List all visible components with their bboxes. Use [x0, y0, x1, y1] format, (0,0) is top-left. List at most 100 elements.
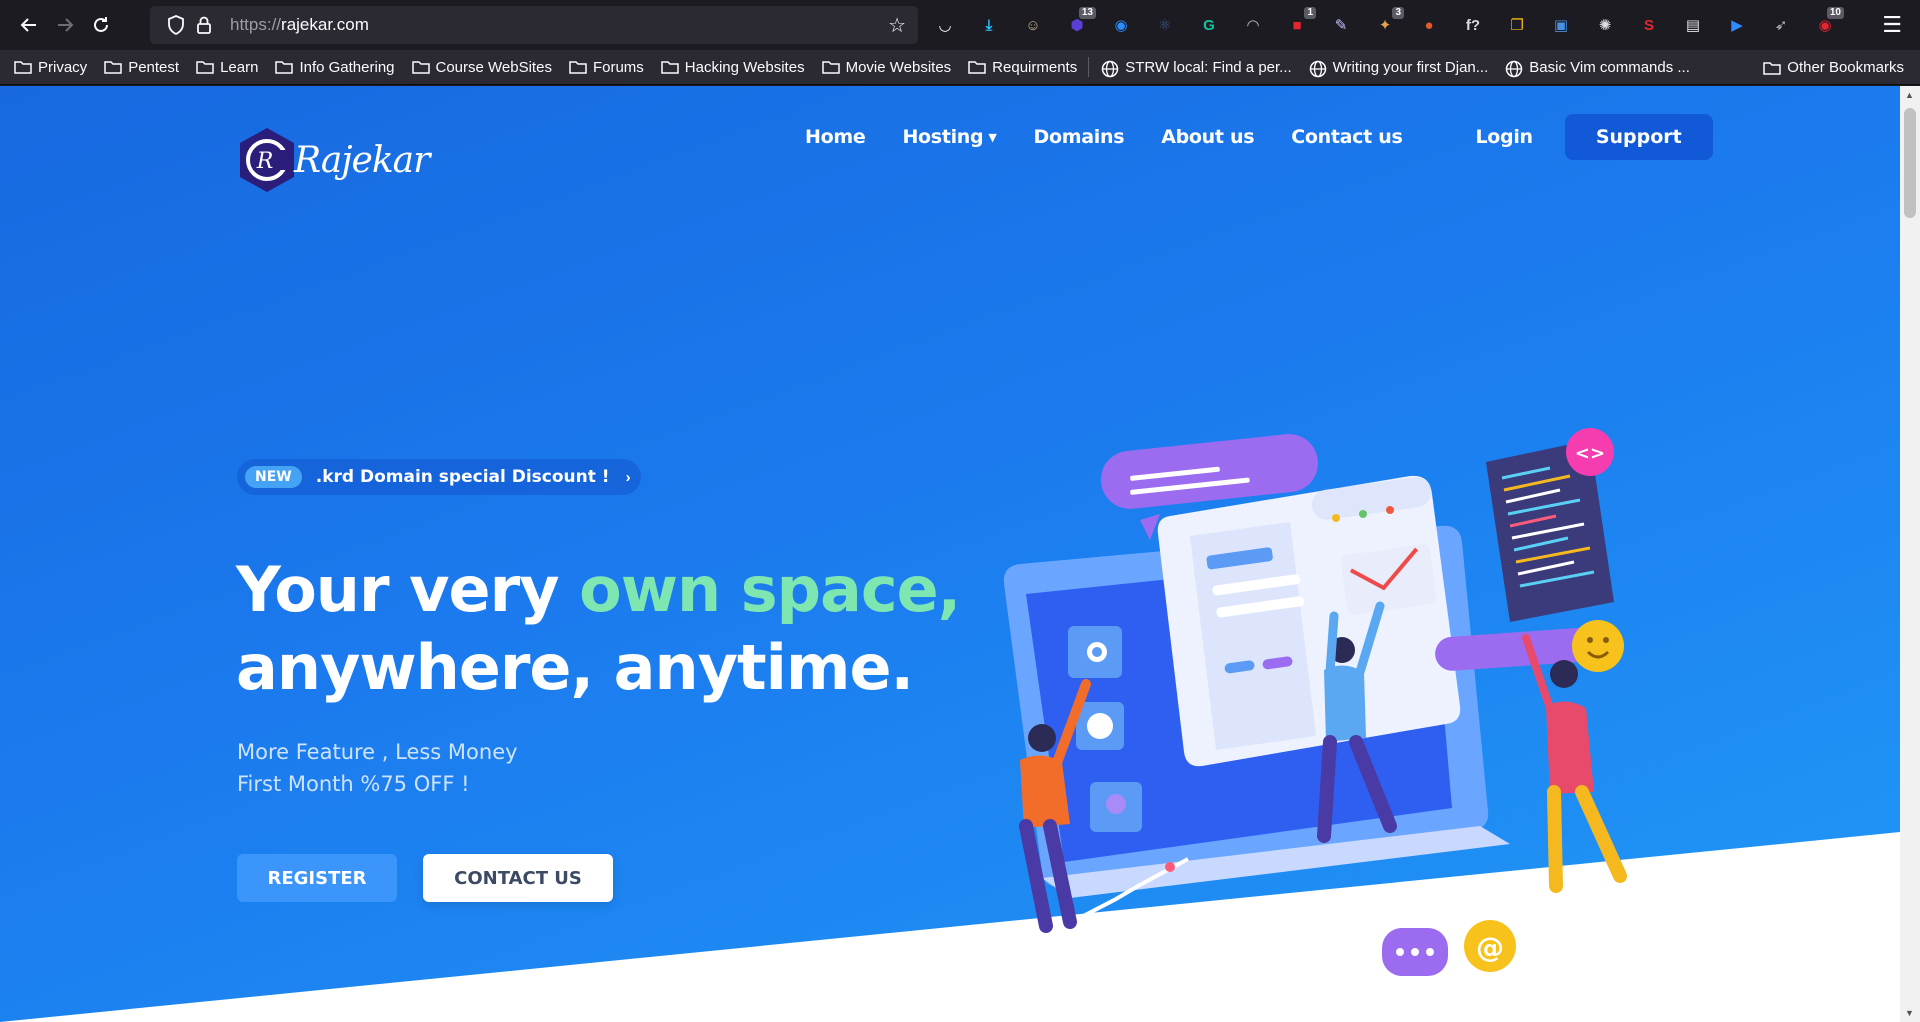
- hero-subtext: More Feature , Less Money First Month %7…: [237, 736, 518, 800]
- folder-icon: [196, 60, 214, 74]
- forward-button[interactable]: [47, 7, 83, 43]
- function-ext-icon[interactable]: f?: [1458, 10, 1488, 40]
- grammarly-icon[interactable]: G: [1194, 10, 1224, 40]
- scroll-down-icon[interactable]: ▼: [1905, 1008, 1914, 1018]
- nav-home[interactable]: Home: [805, 126, 866, 148]
- extension-glyph: ❐: [1510, 17, 1524, 34]
- support-button[interactable]: Support: [1564, 114, 1713, 160]
- fox-ext-icon[interactable]: ✦ 3: [1370, 7, 1404, 40]
- promo-banner[interactable]: NEW .krd Domain special Discount ! ›: [237, 459, 641, 495]
- bookmark-label: Forums: [592, 58, 644, 76]
- back-arrow-icon: [20, 18, 36, 32]
- scroll-up-icon[interactable]: ▲: [1905, 90, 1914, 100]
- download-icon[interactable]: ⤓: [974, 10, 1004, 40]
- globe-icon: [1101, 60, 1119, 78]
- arc-ext-icon[interactable]: ◠: [1238, 10, 1268, 40]
- bookmark-label: Movie Websites: [845, 58, 952, 76]
- bookmark-label: Hacking Websites: [684, 58, 805, 76]
- extension-glyph: ✺: [1598, 17, 1612, 34]
- wing-ext-icon[interactable]: ➶: [1766, 10, 1796, 40]
- web-page: R Rajekar Home Hosting ▼ Domains About us…: [0, 86, 1920, 1022]
- extension-badge: 10: [1826, 7, 1844, 19]
- nav-contact[interactable]: Contact us: [1291, 126, 1403, 148]
- bookmark-folder[interactable]: Pentest: [104, 59, 179, 76]
- wechat-ext-icon[interactable]: ▤: [1678, 10, 1708, 40]
- pen-ext-icon[interactable]: ✎: [1326, 10, 1356, 40]
- hero-headline: Your very own space, anywhere, anytime.: [236, 551, 961, 707]
- folder-icon: [968, 60, 986, 74]
- bookmark-label: STRW local: Find a per...: [1125, 58, 1292, 76]
- bookmark-label: Privacy: [38, 58, 88, 76]
- url-text[interactable]: https://rajekar.com: [230, 15, 888, 35]
- react-ext-icon[interactable]: ⚛: [1150, 10, 1180, 40]
- s-ext-icon[interactable]: S: [1634, 10, 1664, 40]
- tracking-shield-icon[interactable]: [162, 15, 190, 35]
- extension-glyph: ■: [1292, 16, 1302, 34]
- extension-glyph: f?: [1465, 16, 1481, 34]
- bookmark-label: Basic Vim commands ...: [1529, 58, 1690, 76]
- caret-down-icon: ▼: [988, 130, 997, 144]
- hamburger-menu-icon[interactable]: ☰: [1882, 12, 1902, 38]
- nav-login[interactable]: Login: [1475, 126, 1533, 148]
- browser-toolbar: https://rajekar.com ☆ ◡ ⤓ ☺ ⬢ 13 ◉ ⚛ G ◠ ■ 1 ✎ ✦ 3 ● f?…: [0, 0, 1920, 50]
- lock-ext-icon[interactable]: ▣: [1546, 10, 1576, 40]
- reload-icon: [94, 17, 108, 32]
- folder-icon: [821, 60, 840, 74]
- extension-glyph: ⤓: [985, 16, 993, 34]
- pocket-icon[interactable]: ◡: [930, 10, 960, 40]
- headline-accent: own space,: [579, 553, 961, 626]
- new-badge: NEW: [245, 466, 302, 488]
- site-logo[interactable]: R Rajekar: [236, 126, 430, 194]
- url-bar[interactable]: https://rajekar.com ☆: [150, 6, 918, 44]
- round-ext-icon[interactable]: ●: [1414, 10, 1444, 40]
- forward-arrow-icon: [58, 18, 74, 32]
- copy-ext-icon[interactable]: ❐: [1502, 10, 1532, 40]
- avatar-ext-icon[interactable]: ☺: [1018, 10, 1048, 40]
- nav-hosting[interactable]: Hosting ▼: [902, 126, 996, 148]
- cookie-ext-icon[interactable]: ✺: [1590, 10, 1620, 40]
- other-bookmarks-folder[interactable]: Other Bookmarks: [1763, 50, 1904, 85]
- bookmark-folder[interactable]: Movie Websites: [821, 58, 952, 76]
- bookmark-folder[interactable]: Forums: [569, 59, 644, 76]
- globe-icon: [1505, 60, 1523, 78]
- browser-card-graphic: [1157, 475, 1461, 767]
- logo-hexagon-icon: R: [240, 128, 294, 192]
- bookmarks-bar: Privacy Pentest Learn Info Gathering Course …: [0, 50, 1920, 85]
- bookmark-folder[interactable]: Learn: [196, 59, 258, 76]
- extension-glyph: ◡: [939, 17, 951, 34]
- bookmark-folder[interactable]: Info Gathering: [275, 59, 395, 76]
- bookmark-link[interactable]: Writing your first Djan...: [1309, 58, 1489, 78]
- other-bookmarks-label: Other Bookmarks: [1787, 59, 1904, 76]
- padlock-icon[interactable]: [190, 15, 218, 35]
- nav-about[interactable]: About us: [1161, 126, 1254, 148]
- logo-text: Rajekar: [294, 139, 430, 181]
- zoom-ext-icon[interactable]: ▶: [1722, 10, 1752, 40]
- back-button[interactable]: [11, 7, 47, 43]
- contact-us-button[interactable]: CONTACT US: [423, 854, 613, 902]
- scrollbar-thumb[interactable]: [1904, 108, 1916, 218]
- bookmark-folder[interactable]: Privacy: [14, 59, 87, 76]
- bookmark-label: Course WebSites: [435, 58, 552, 76]
- red-ext-icon[interactable]: ■ 1: [1282, 7, 1316, 40]
- bookmark-star-icon[interactable]: ☆: [888, 13, 906, 38]
- bookmark-label: Pentest: [128, 58, 180, 76]
- nav-domains[interactable]: Domains: [1034, 126, 1125, 148]
- register-button[interactable]: REGISTER: [237, 854, 397, 902]
- extension-glyph: ●: [1424, 16, 1434, 34]
- person-right-graphic: [1522, 634, 1627, 893]
- extensions-toolbar: ◡ ⤓ ☺ ⬢ 13 ◉ ⚛ G ◠ ■ 1 ✎ ✦ 3 ● f? ❐ ▣ ✺ S ▤ ▶ ➶ ◉ 10: [930, 7, 1844, 42]
- bookmark-link[interactable]: STRW local: Find a per...: [1101, 58, 1292, 78]
- record-ext-icon[interactable]: ◉ 10: [1810, 7, 1844, 40]
- folder-icon: [411, 60, 430, 74]
- bookmark-label: Writing your first Djan...: [1332, 58, 1489, 76]
- circle-ext-icon[interactable]: ◉: [1106, 10, 1136, 40]
- reload-button[interactable]: [83, 7, 119, 43]
- bookmark-link[interactable]: Basic Vim commands ...: [1505, 58, 1690, 78]
- shield-ext-icon[interactable]: ⬢ 13: [1062, 7, 1096, 40]
- page-scrollbar[interactable]: ▲ ▼: [1900, 86, 1920, 1022]
- bookmark-folder[interactable]: Hacking Websites: [661, 59, 805, 76]
- bookmark-folder[interactable]: Requirments: [968, 59, 1077, 76]
- bookmark-folder[interactable]: Course WebSites: [411, 58, 552, 76]
- svg-text:@: @: [1476, 931, 1504, 964]
- extension-glyph: ◠: [1247, 17, 1259, 34]
